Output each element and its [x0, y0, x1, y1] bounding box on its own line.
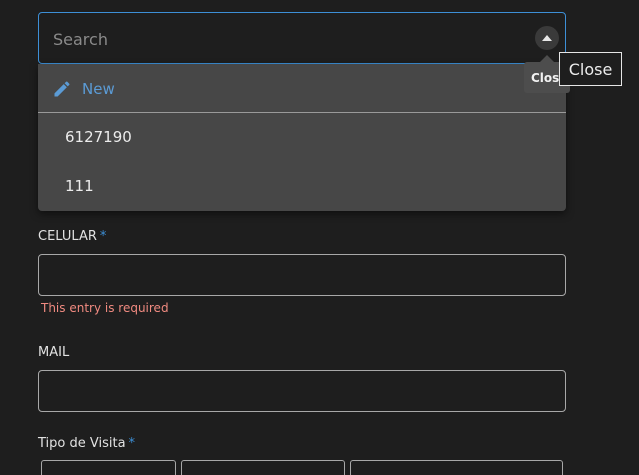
dropdown-option[interactable]: 6127190 [38, 114, 566, 160]
tipo-visita-option[interactable] [181, 460, 345, 475]
celular-label: CELULAR * [38, 229, 106, 244]
search-dropdown-list: New 6127190 111 [38, 64, 566, 211]
form-page: New 6127190 111 Close Close CELULAR* Thi… [0, 0, 639, 475]
tipo-visita-label-text: Tipo de Visita [38, 436, 126, 451]
chevron-up-icon [542, 35, 552, 41]
dropdown-option[interactable]: 111 [38, 163, 566, 209]
pencil-icon [54, 80, 70, 96]
tipo-visita-label: Tipo de Visita * [38, 436, 135, 451]
mail-label: MAIL [38, 345, 70, 360]
tipo-visita-option[interactable] [41, 460, 176, 475]
tooltip-arrow [540, 55, 554, 62]
dropdown-toggle-button[interactable] [535, 26, 559, 50]
celular-error-message: This entry is required [41, 301, 169, 315]
new-option[interactable]: New [38, 64, 566, 113]
mail-field[interactable] [38, 370, 566, 412]
celular-label-text: CELULAR [38, 229, 97, 244]
close-tooltip-large: Close [559, 52, 622, 86]
celular-field[interactable] [38, 254, 566, 296]
required-marker: * [99, 229, 107, 244]
required-marker: * [128, 436, 136, 451]
tipo-visita-option[interactable] [350, 460, 563, 475]
search-combobox[interactable] [38, 12, 566, 64]
new-option-label: New [82, 79, 115, 98]
search-input[interactable] [53, 27, 513, 51]
dropdown-divider [38, 112, 566, 113]
